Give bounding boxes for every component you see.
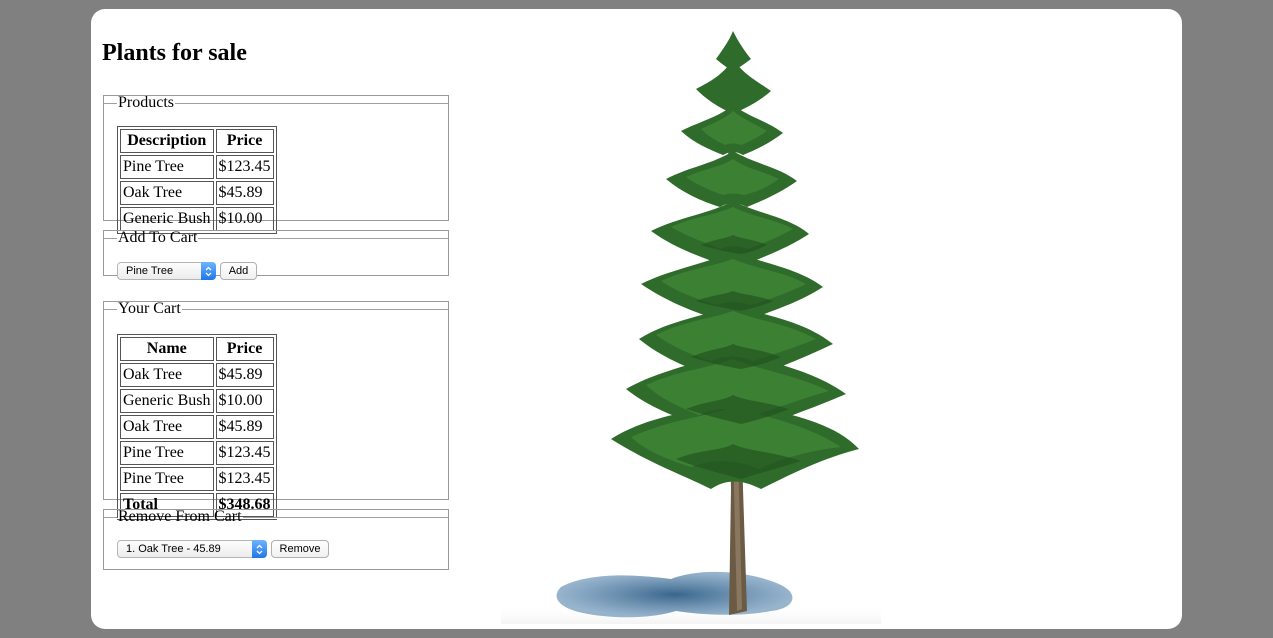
cart-item-name: Pine Tree: [120, 467, 214, 491]
product-name: Pine Tree: [120, 155, 214, 179]
product-select-value: Pine Tree: [126, 265, 174, 277]
add-to-cart-legend: Add To Cart: [118, 229, 198, 246]
table-row: Oak Tree $45.89: [120, 415, 274, 439]
table-row: Pine Tree $123.45: [120, 155, 274, 179]
cart-item-name: Generic Bush: [120, 389, 214, 413]
remove-from-cart-legend: Remove From Cart: [118, 508, 242, 525]
column-header-price: Price: [215, 337, 274, 361]
cart-item-price: $10.00: [215, 389, 274, 413]
table-row: Oak Tree $45.89: [120, 363, 274, 387]
cart-item-name: Oak Tree: [120, 415, 214, 439]
cart-item-select[interactable]: 1. Oak Tree - 45.89: [117, 540, 267, 558]
chevron-updown-icon: [201, 262, 216, 280]
product-select[interactable]: Pine Tree: [117, 262, 216, 280]
column-header-description: Description: [120, 129, 214, 153]
cart-item-name: Pine Tree: [120, 441, 214, 465]
remove-button[interactable]: Remove: [271, 540, 329, 558]
table-row: Generic Bush $10.00: [120, 207, 274, 231]
table-row: Pine Tree $123.45: [120, 467, 274, 491]
product-name: Oak Tree: [120, 181, 214, 205]
your-cart-legend: Your Cart: [118, 300, 181, 317]
product-price: $45.89: [215, 181, 274, 205]
table-header-row: Name Price: [120, 337, 274, 361]
page-title: Plants for sale: [102, 40, 247, 66]
column-header-price: Price: [215, 129, 274, 153]
pine-tree-image: [501, 31, 881, 624]
cart-item-name: Oak Tree: [120, 363, 214, 387]
remove-from-cart-fieldset: Remove From Cart 1. Oak Tree - 45.89 Rem…: [103, 509, 449, 570]
table-header-row: Description Price: [120, 129, 274, 153]
products-fieldset: Products Description Price Pine Tree $12…: [103, 94, 449, 234]
cart-item-price: $45.89: [215, 415, 274, 439]
table-row: Pine Tree $123.45: [120, 441, 274, 465]
cart-item-select-value: 1. Oak Tree - 45.89: [126, 543, 221, 555]
product-price: $123.45: [215, 155, 274, 179]
your-cart-fieldset: Your Cart Name Price Oak Tree $45.89 Gen…: [103, 300, 449, 520]
page-card: Plants for sale Products Description Pri…: [91, 9, 1182, 629]
chevron-updown-icon: [252, 540, 267, 558]
product-price: $10.00: [215, 207, 274, 231]
add-to-cart-fieldset: Add To Cart Pine Tree Add: [103, 229, 449, 280]
cart-item-price: $45.89: [215, 363, 274, 387]
cart-item-price: $123.45: [215, 467, 274, 491]
products-legend: Products: [118, 94, 174, 111]
cart-item-price: $123.45: [215, 441, 274, 465]
cart-table: Name Price Oak Tree $45.89 Generic Bush …: [117, 334, 277, 520]
product-name: Generic Bush: [120, 207, 214, 231]
column-header-name: Name: [120, 337, 214, 361]
table-row: Oak Tree $45.89: [120, 181, 274, 205]
table-row: Generic Bush $10.00: [120, 389, 274, 413]
add-button[interactable]: Add: [220, 262, 257, 280]
products-table: Description Price Pine Tree $123.45 Oak …: [117, 126, 277, 234]
